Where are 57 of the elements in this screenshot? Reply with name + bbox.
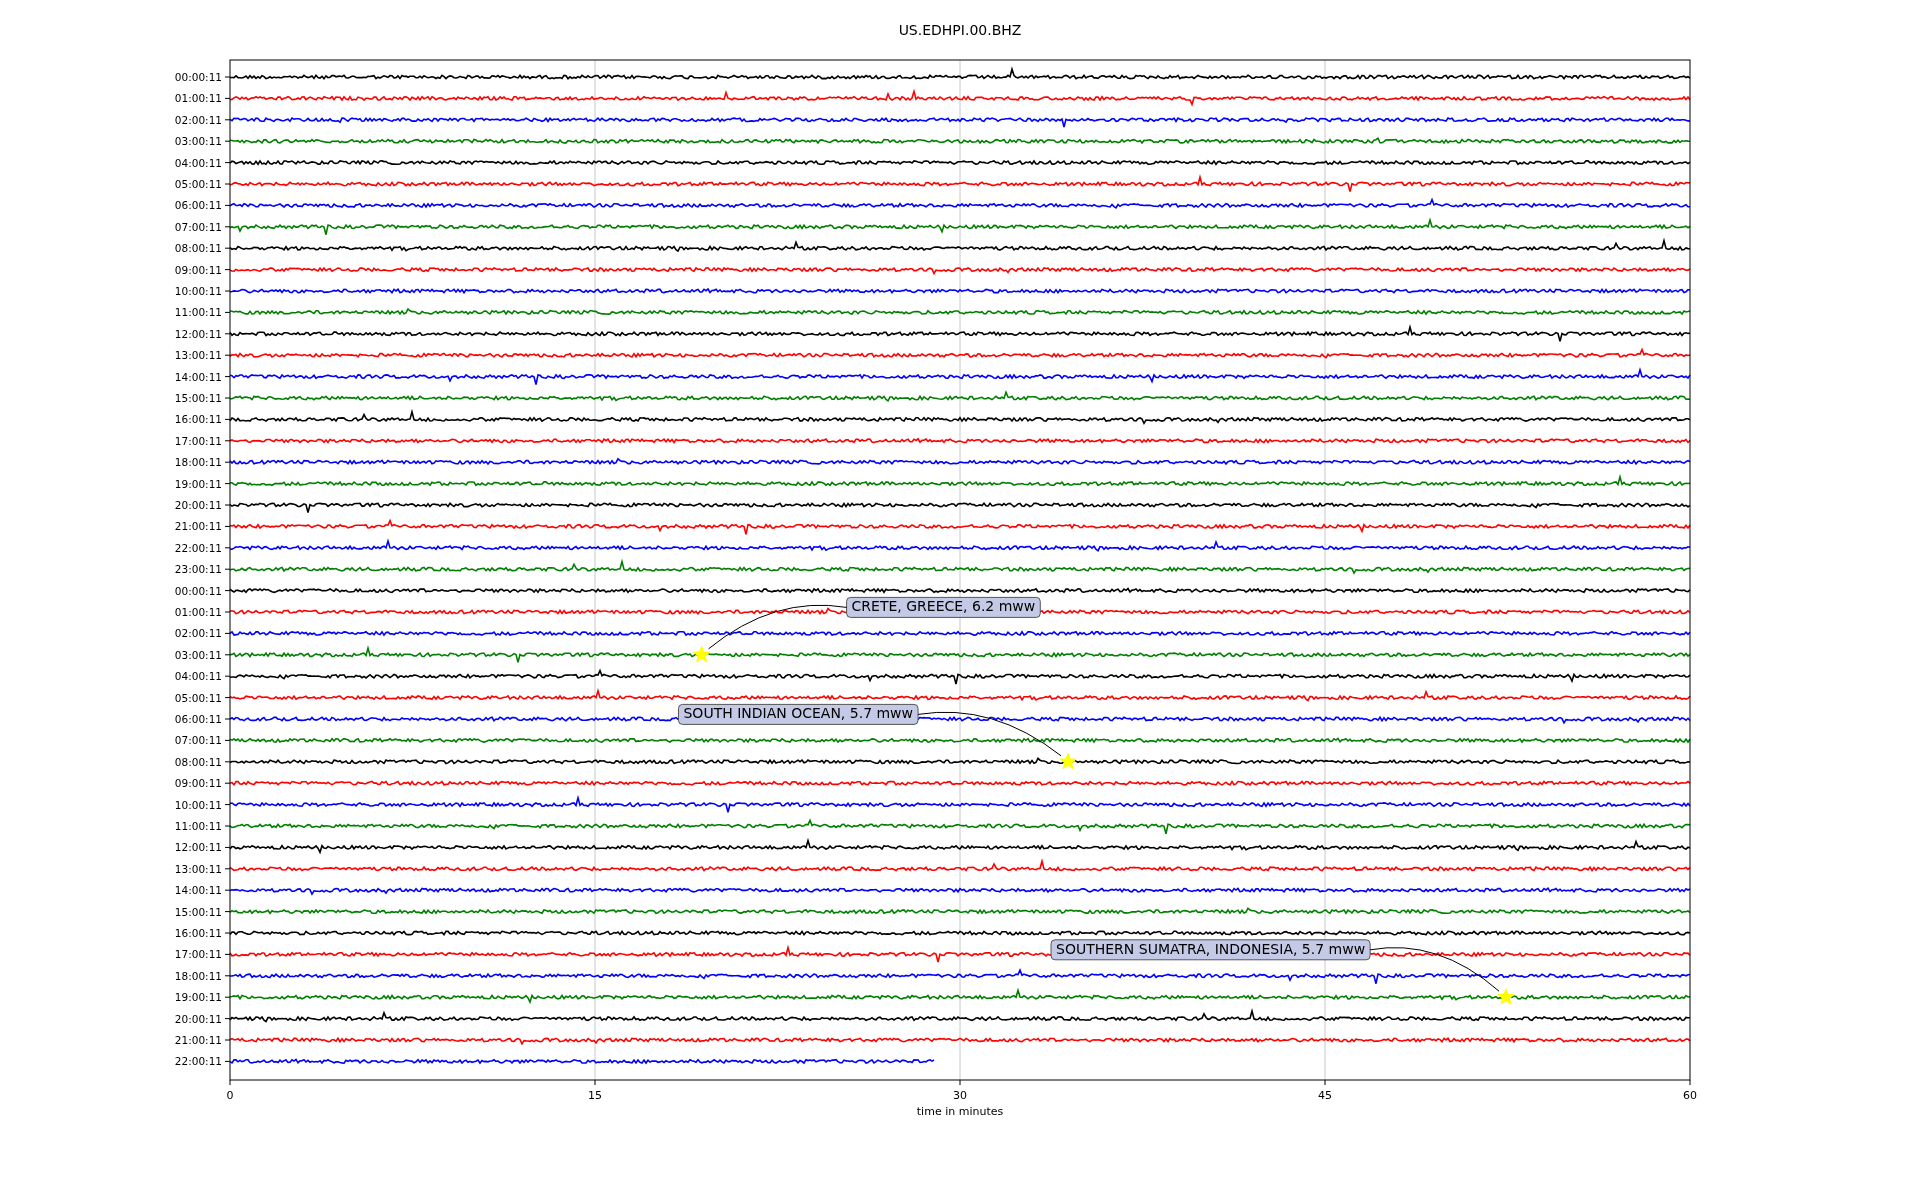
axis-label: 06:00:11	[174, 199, 222, 212]
axis-label: 22:00:11	[174, 541, 222, 554]
event-label: SOUTHERN SUMATRA, INDONESIA, 5.7 mww	[1050, 939, 1371, 961]
axis-label: 18:00:11	[174, 969, 222, 982]
event-label: CRETE, GREECE, 6.2 mww	[846, 596, 1041, 618]
axis-label: 17:00:11	[174, 948, 222, 961]
axis-label: 08:00:11	[174, 755, 222, 768]
axis-label: 45	[1318, 1089, 1332, 1102]
axis-label: 03:00:11	[174, 648, 222, 661]
axis-label: 16:00:11	[174, 927, 222, 939]
axis-label: 08:00:11	[174, 242, 222, 255]
axis-label: 01:00:11	[174, 92, 222, 105]
axis-label: 10:00:11	[174, 798, 222, 811]
axis-label: 09:00:11	[174, 263, 222, 276]
axis-label: 19:00:11	[174, 991, 222, 1004]
axis-label: 02:00:11	[174, 627, 222, 640]
axis-label: 20:00:11	[174, 1012, 222, 1025]
event-label: SOUTH INDIAN OCEAN, 5.7 mww	[678, 703, 919, 725]
axis-label: 14:00:11	[174, 884, 222, 897]
axis-label: 21:00:11	[174, 1034, 222, 1046]
axis-label: 30	[953, 1089, 967, 1102]
axis-label: 01:00:11	[174, 606, 222, 618]
axis-label: 16:00:11	[174, 413, 222, 426]
axis-label: 60	[1683, 1089, 1697, 1102]
axis-label: 14:00:11	[174, 370, 222, 383]
axis-label: 20:00:11	[174, 499, 222, 511]
axis-label: 05:00:11	[174, 178, 222, 190]
axis-label: 12:00:11	[174, 841, 222, 854]
axis-label: 03:00:11	[174, 135, 222, 148]
axis-label: 07:00:11	[174, 220, 222, 233]
axis-label: 04:00:11	[174, 156, 222, 169]
axis-label: 15:00:11	[174, 392, 222, 404]
axis-label: 17:00:11	[174, 434, 222, 447]
axis-label: 0	[226, 1089, 234, 1102]
axis-label: 13:00:11	[174, 349, 222, 362]
axis-label: 11:00:11	[174, 306, 222, 319]
axis-label: 00:00:11	[174, 584, 222, 597]
axis-label: 19:00:11	[174, 477, 222, 490]
axis-label: 06:00:11	[174, 713, 222, 725]
axis-label: 15:00:11	[174, 905, 222, 918]
axis-label: 09:00:11	[174, 777, 222, 790]
axis-label: 22:00:11	[174, 1055, 222, 1068]
axis-label: 15	[588, 1089, 602, 1102]
axis-label: 11:00:11	[174, 820, 222, 832]
axis-label: 07:00:11	[174, 734, 222, 747]
axis-label: 12:00:11	[174, 327, 222, 340]
axis-label: 23:00:11	[174, 563, 222, 576]
axis-label: 04:00:11	[174, 670, 222, 683]
axis-title: time in minutes	[916, 1105, 1004, 1118]
axis-label: 21:00:11	[174, 520, 222, 533]
axis-label: 05:00:11	[174, 691, 222, 704]
axis-label: 10:00:11	[174, 285, 222, 297]
axis-label: 13:00:11	[174, 862, 222, 875]
axis-label: 00:00:11	[174, 71, 222, 83]
chart-title: US.EDHPI.00.BHZ	[898, 22, 1022, 38]
axis-label: 02:00:11	[174, 113, 222, 126]
axis-label: 18:00:11	[174, 456, 222, 469]
